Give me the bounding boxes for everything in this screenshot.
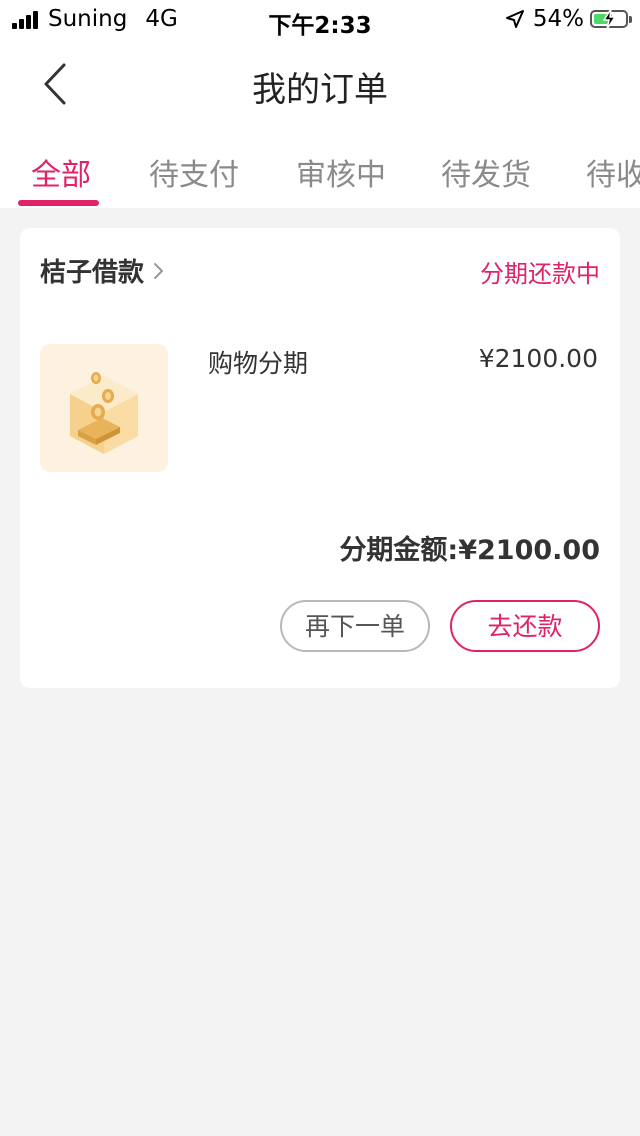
chevron-right-icon — [154, 262, 164, 279]
merchant-link[interactable]: 桔子借款 — [40, 252, 166, 289]
product-thumbnail[interactable] — [40, 344, 168, 472]
coin-box-icon — [70, 372, 138, 454]
product-price: ¥2100.00 — [478, 344, 598, 373]
nav-bar: 我的订单 — [0, 40, 640, 128]
page-title: 我的订单 — [252, 70, 388, 110]
battery-charging-icon — [590, 9, 632, 29]
order-tabs: 全部 待支付 审核中 待发货 待收 — [0, 128, 640, 208]
tab-pending-shipment[interactable]: 待发货 — [441, 150, 531, 194]
installment-amount: 分期金额:¥2100.00 — [339, 535, 600, 566]
order-card[interactable]: 桔子借款 分期还款中 购物分期 ¥2100.00 分期金额:¥2100.00 再… — [20, 228, 620, 688]
repay-button[interactable]: 去还款 — [450, 600, 600, 652]
tab-pending-receipt[interactable]: 待收 — [586, 150, 640, 194]
status-bar: Suning 4G 下午2:33 54% — [0, 0, 640, 40]
location-arrow-icon — [505, 10, 524, 28]
merchant-name: 桔子借款 — [40, 258, 145, 288]
tab-pending-payment[interactable]: 待支付 — [149, 150, 239, 194]
reorder-button[interactable]: 再下一单 — [280, 600, 430, 652]
product-name: 购物分期 — [208, 349, 309, 378]
active-tab-indicator — [18, 200, 99, 206]
status-right: 54% — [505, 6, 632, 32]
header-area: Suning 4G 下午2:33 54% 我的订单 全部 待支付 审核中 待发货… — [0, 0, 640, 208]
tab-all[interactable]: 全部 — [31, 150, 91, 194]
battery-percent: 54% — [532, 6, 584, 32]
tab-under-review[interactable]: 审核中 — [296, 150, 386, 194]
order-status: 分期还款中 — [480, 260, 600, 288]
